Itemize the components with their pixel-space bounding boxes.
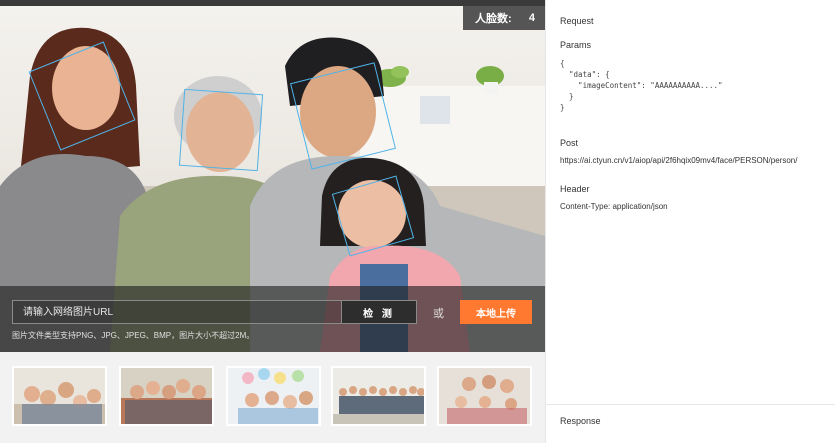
api-panel: Request Params { "data": { "imageContent… (545, 0, 835, 443)
thumbnail-5[interactable] (437, 366, 532, 426)
post-url: https://ai.ctyun.cn/v1/aiop/api/2f6hqix0… (560, 156, 798, 165)
face-detection-demo: 人脸数: 4 检 测 或 本地上传 图片文件类型支持PNG、JPG、JPEG、B… (0, 0, 835, 443)
detect-button[interactable]: 检 测 (341, 300, 417, 324)
thumbnail-2[interactable] (119, 366, 214, 426)
thumbnail-1[interactable] (12, 366, 107, 426)
or-label: 或 (433, 308, 444, 320)
params-code: { "data": { "imageContent": "AAAAAAAAAA.… (560, 59, 723, 112)
face-count-value: 4 (528, 12, 535, 24)
face-count-badge: 人脸数: 4 (463, 6, 545, 30)
post-label: Post (560, 138, 579, 148)
response-label: Response (560, 416, 601, 426)
image-url-input[interactable] (12, 300, 342, 324)
sample-thumbnails (0, 352, 545, 443)
header-label: Header (560, 184, 590, 194)
params-label: Params (560, 40, 592, 50)
thumbnail-4[interactable] (331, 366, 426, 426)
request-label: Request (560, 16, 594, 26)
wall-frame (420, 96, 450, 124)
face-count-label: 人脸数: (475, 13, 512, 25)
local-upload-button[interactable]: 本地上传 (460, 300, 532, 324)
api-divider (546, 404, 835, 405)
demo-area: 人脸数: 4 检 测 或 本地上传 图片文件类型支持PNG、JPG、JPEG、B… (0, 0, 545, 443)
thumbnail-3[interactable] (226, 366, 321, 426)
header-value: Content-Type: application/json (560, 202, 668, 211)
file-type-hint: 图片文件类型支持PNG、JPG、JPEG、BMP，图片大小不超过2M。 (12, 331, 255, 340)
